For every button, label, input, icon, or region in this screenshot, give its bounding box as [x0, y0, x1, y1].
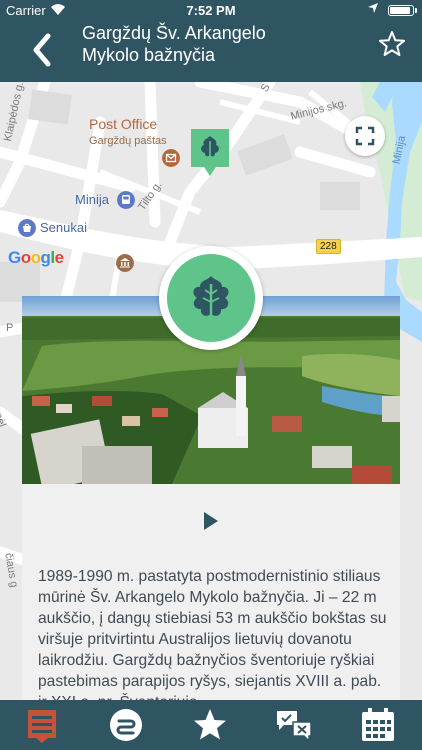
- poi-minija-label[interactable]: Minija: [75, 192, 109, 207]
- shopping-icon[interactable]: [18, 219, 36, 237]
- route-icon: [110, 709, 142, 741]
- poi-post-office-label[interactable]: Post Office: [89, 116, 157, 132]
- oak-leaf-icon: [193, 276, 229, 322]
- edge-fragment-p: P: [6, 322, 14, 334]
- tab-messages[interactable]: [274, 706, 314, 744]
- tab-list[interactable]: [22, 706, 62, 744]
- status-bar: Carrier 7:52 PM: [0, 0, 422, 20]
- mail-icon[interactable]: [162, 149, 180, 167]
- battery-icon: [388, 5, 417, 16]
- status-time: 7:52 PM: [186, 3, 236, 18]
- navigation-bar: Gargždų Šv. Arkangelo Mykolo bažnyčia: [0, 20, 422, 82]
- category-badge: [159, 246, 263, 350]
- location-arrow-icon: [368, 3, 378, 13]
- calendar-icon: [362, 708, 394, 741]
- list-icon: [28, 710, 56, 743]
- tab-bar: [0, 700, 422, 750]
- road-number-badge: 228: [316, 239, 341, 254]
- tab-routes[interactable]: [106, 706, 146, 744]
- poi-post-office-sublabel: Gargždų paštas: [89, 135, 167, 147]
- page-title: Gargždų Šv. Arkangelo Mykolo bažnyčia: [82, 22, 362, 66]
- chat-icon: [277, 711, 312, 743]
- play-icon[interactable]: [201, 510, 221, 532]
- transit-icon[interactable]: [117, 191, 135, 209]
- page-title-line1: Gargždų Šv. Arkangelo: [82, 23, 266, 43]
- poi-senukai-label[interactable]: Senukai: [40, 220, 87, 235]
- tab-calendar[interactable]: [358, 706, 398, 744]
- expand-icon: [355, 126, 375, 146]
- favorite-button[interactable]: [378, 30, 406, 58]
- star-icon: [194, 709, 226, 740]
- tab-favorites[interactable]: [190, 706, 230, 744]
- detail-card: 1989-1990 m. pastatyta postmodernistinio…: [22, 296, 400, 700]
- fullscreen-button[interactable]: [345, 116, 385, 156]
- map-marker-pin[interactable]: [191, 129, 229, 177]
- back-button[interactable]: [26, 28, 58, 72]
- google-logo: Google: [8, 248, 64, 267]
- museum-icon[interactable]: [116, 254, 134, 272]
- page-title-line2: Mykolo bažnyčia: [82, 45, 216, 65]
- description-text: 1989-1990 m. pastatyta postmodernistinio…: [38, 568, 387, 700]
